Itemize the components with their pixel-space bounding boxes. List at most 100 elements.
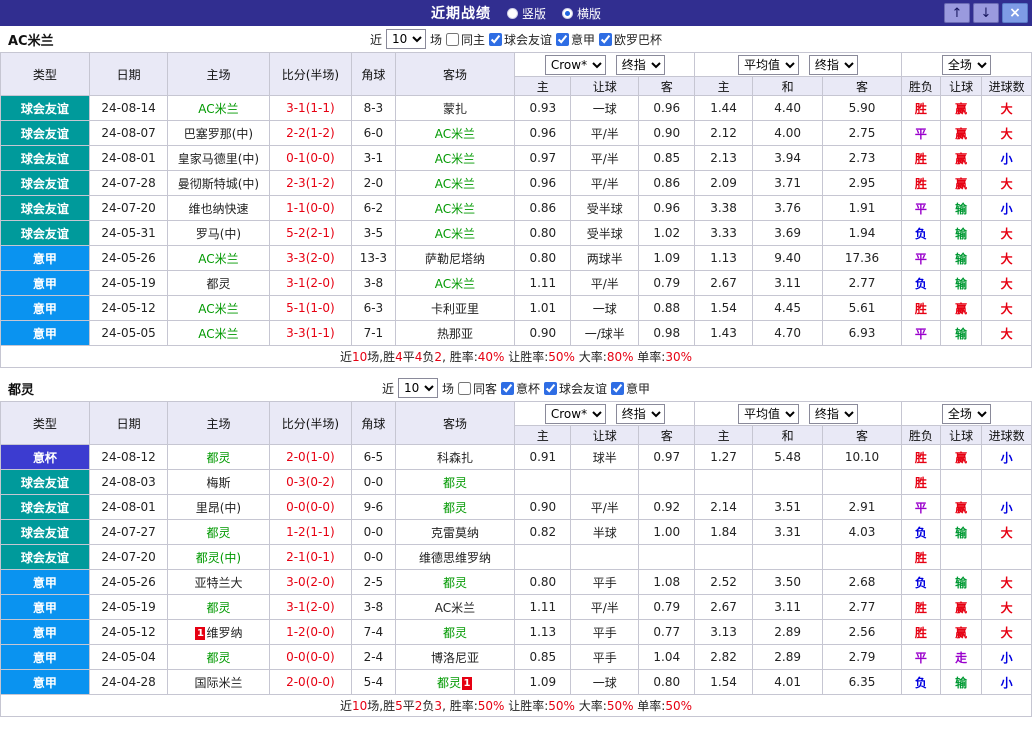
summary-segment: 2 <box>434 350 442 364</box>
filter-checkbox[interactable] <box>446 33 459 46</box>
scroll-down-button[interactable]: ↓ <box>973 3 999 23</box>
goals-result: 大 <box>982 570 1032 595</box>
col-corner: 角球 <box>352 53 395 96</box>
filter-option[interactable]: 欧罗巴杯 <box>599 31 662 48</box>
titlebar: 近期战绩 竖版 横版 ↑ ↓ × <box>0 0 1032 26</box>
match-count-select[interactable]: 10 <box>398 378 438 398</box>
filter-option[interactable]: 意杯 <box>501 380 540 397</box>
close-button[interactable]: × <box>1002 3 1028 23</box>
odds-home: 0.82 <box>515 520 571 545</box>
avg-draw: 3.31 <box>753 520 823 545</box>
team-sections: AC米兰 近 10 场 同主 球会友谊 意甲 <box>0 26 1032 717</box>
match-row: 意甲24-05-04都灵0-0(0-0)2-4博洛尼亚0.85平手1.042.8… <box>1 645 1032 670</box>
match-count-select[interactable]: 10 <box>386 29 426 49</box>
match-date: 24-08-12 <box>89 445 168 470</box>
league-badge: 意甲 <box>1 570 90 595</box>
odds-stage-select[interactable]: 终指 <box>616 404 665 424</box>
games-label: 场 <box>442 380 454 397</box>
team-label: 都灵 <box>206 451 230 465</box>
summary-row: 近10场,胜4平4负2, 胜率:40% 让胜率:50% 大率:80% 单率:30… <box>1 346 1032 368</box>
filter-checkbox[interactable] <box>489 33 502 46</box>
scope-select-cell: 全场 <box>901 402 1031 426</box>
odds-home: 0.80 <box>515 221 571 246</box>
summary-line: 近10场,胜4平4负2, 胜率:40% 让胜率:50% 大率:80% 单率:30… <box>1 346 1032 368</box>
goals-result: 小 <box>982 196 1032 221</box>
filter-checkbox[interactable] <box>458 382 471 395</box>
filter-checkbox[interactable] <box>599 33 612 46</box>
summary-segment: 10 <box>352 699 367 713</box>
league-badge: 意甲 <box>1 645 90 670</box>
average-stage-select[interactable]: 终指 <box>809 404 858 424</box>
match-date: 24-08-01 <box>89 495 168 520</box>
summary-segment: 50% <box>548 350 575 364</box>
average-select[interactable]: 平均值 <box>738 55 799 75</box>
odds-home: 0.93 <box>515 96 571 121</box>
average-select[interactable]: 平均值 <box>738 404 799 424</box>
filter-option[interactable]: 球会友谊 <box>544 380 607 397</box>
match-result: 平 <box>901 196 940 221</box>
odds-handicap: 平/半 <box>571 271 639 296</box>
match-date: 24-05-04 <box>89 645 168 670</box>
odds-stage-select[interactable]: 终指 <box>616 55 665 75</box>
red-card-icon: 1 <box>195 627 205 640</box>
home-team: AC米兰 <box>168 246 269 271</box>
odds-handicap: 平手 <box>571 570 639 595</box>
filter-option[interactable]: 球会友谊 <box>489 31 552 48</box>
match-row: 球会友谊24-08-03梅斯0-3(0-2)0-0都灵胜 <box>1 470 1032 495</box>
league-badge: 球会友谊 <box>1 121 90 146</box>
odds-handicap: 平/半 <box>571 171 639 196</box>
summary-segment: 大率: <box>575 699 607 713</box>
corner-count: 0-0 <box>352 520 395 545</box>
match-row: 意甲24-04-28国际米兰2-0(0-0)5-4都灵11.09一球0.801.… <box>1 670 1032 695</box>
match-date: 24-07-28 <box>89 171 168 196</box>
filter-option[interactable]: 意甲 <box>556 31 595 48</box>
filter-label: 欧罗巴杯 <box>614 31 662 48</box>
match-filters: 近 10 场 同主 球会友谊 意甲 欧罗巴杯 <box>370 29 662 49</box>
bookmaker-select[interactable]: Crow* <box>545 55 606 75</box>
avg-away: 6.35 <box>823 670 902 695</box>
layout-radio-vertical[interactable]: 竖版 <box>507 5 546 22</box>
filter-option[interactable]: 意甲 <box>611 380 650 397</box>
match-date: 24-05-26 <box>89 246 168 271</box>
filter-option[interactable]: 同客 <box>458 380 497 397</box>
filter-checkbox[interactable] <box>501 382 514 395</box>
team-label: 都灵(中) <box>196 551 241 565</box>
match-result: 胜 <box>901 96 940 121</box>
league-badge: 球会友谊 <box>1 470 90 495</box>
odds-home: 0.80 <box>515 570 571 595</box>
filter-checkbox[interactable] <box>611 382 624 395</box>
filter-checkbox[interactable] <box>556 33 569 46</box>
filter-checkbox[interactable] <box>544 382 557 395</box>
layout-radio-horizontal[interactable]: 横版 <box>562 5 601 22</box>
goals-result: 大 <box>982 246 1032 271</box>
avg-home: 3.13 <box>695 620 753 645</box>
avg-draw: 3.94 <box>753 146 823 171</box>
handicap-result: 赢 <box>941 595 982 620</box>
league-badge: 意甲 <box>1 670 90 695</box>
scope-select[interactable]: 全场 <box>942 404 991 424</box>
home-team: 都灵 <box>168 645 269 670</box>
filter-label: 同主 <box>461 31 485 48</box>
filter-option[interactable]: 同主 <box>446 31 485 48</box>
avg-home: 1.13 <box>695 246 753 271</box>
handicap-result: 输 <box>941 670 982 695</box>
handicap-result: 赢 <box>941 296 982 321</box>
col-avg-draw: 和 <box>753 77 823 96</box>
league-badge: 球会友谊 <box>1 96 90 121</box>
team-label: 卡利亚里 <box>431 302 479 316</box>
summary-segment: 5 <box>395 699 403 713</box>
matches-table: 类型 日期 主场 比分(半场) 角球 客场 Crow* 终指 平均值 终指 <box>0 401 1032 717</box>
scope-select[interactable]: 全场 <box>942 55 991 75</box>
home-team: 1维罗纳 <box>168 620 269 645</box>
league-badge: 意甲 <box>1 620 90 645</box>
match-row: 意甲24-05-26亚特兰大3-0(2-0)2-5都灵0.80平手1.082.5… <box>1 570 1032 595</box>
col-odds-away: 客 <box>639 426 695 445</box>
col-handicap-result: 让球 <box>941 426 982 445</box>
average-stage-select[interactable]: 终指 <box>809 55 858 75</box>
bookmaker-select[interactable]: Crow* <box>545 404 606 424</box>
near-label: 近 <box>370 31 382 48</box>
odds-home: 0.90 <box>515 321 571 346</box>
match-row: 球会友谊24-05-31罗马(中)5-2(2-1)3-5AC米兰0.80受半球1… <box>1 221 1032 246</box>
scroll-up-button[interactable]: ↑ <box>944 3 970 23</box>
team-label: 都灵 <box>206 277 230 291</box>
